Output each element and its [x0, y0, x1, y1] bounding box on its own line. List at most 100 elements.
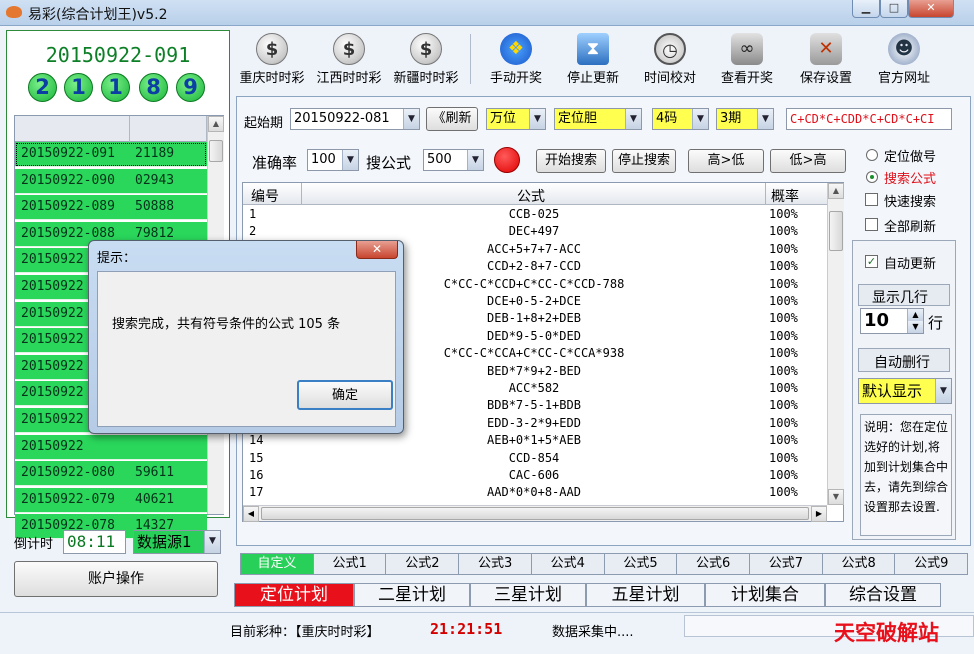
chevron-down-icon[interactable]: ▼ — [907, 321, 923, 333]
result-ball: 1 — [101, 73, 130, 102]
table-row[interactable]: 1 CCB-025 100% — [243, 207, 827, 224]
main-tab-5[interactable]: 综合设置 — [825, 583, 941, 607]
history-row[interactable]: 20150922 — [15, 434, 207, 460]
formula-tab-4[interactable]: 公式4 — [530, 553, 605, 575]
toolbar-button-0[interactable]: $ 重庆时时彩 — [234, 30, 310, 88]
toolbar-button-2[interactable]: $ 新疆时时彩 — [388, 30, 464, 88]
chevron-down-icon: ▼ — [935, 379, 951, 403]
refresh-all-checkbox[interactable] — [865, 218, 878, 231]
fixed-radio[interactable] — [866, 149, 878, 161]
search-formula-radio[interactable] — [866, 171, 878, 183]
formula-tab-7[interactable]: 公式7 — [748, 553, 823, 575]
mode-select[interactable]: 定位胆 ▼ — [554, 108, 642, 130]
toolbar-label: 查看开奖 — [720, 71, 773, 86]
dialog-message: 搜索完成，共有符号条件的公式 105 条 — [112, 317, 341, 332]
column-header[interactable]: 编号 — [251, 186, 279, 206]
history-number: 02943 — [135, 172, 175, 188]
accuracy-select[interactable]: 100 ▼ — [307, 149, 359, 171]
history-row[interactable]: 20150922-089 50888 — [15, 195, 207, 221]
refresh-button[interactable]: 《刷新 — [426, 107, 478, 131]
start-search-button[interactable]: 开始搜索 — [536, 149, 606, 173]
scroll-thumb[interactable] — [209, 140, 223, 162]
binoculars-icon: ∞ — [731, 33, 763, 65]
main-tab-1[interactable]: 二星计划 — [354, 583, 470, 607]
scroll-right-icon[interactable]: ▶ — [811, 506, 827, 522]
chevron-down-icon: ▼ — [342, 150, 358, 170]
current-period: 20150922-091 — [45, 43, 191, 67]
main-tab-3[interactable]: 五星计划 — [586, 583, 705, 607]
stop-search-button[interactable]: 停止搜索 — [612, 149, 676, 173]
toolbar-button-8[interactable]: ☻ 官方网址 — [866, 30, 942, 88]
formula-tab-9[interactable]: 公式9 — [894, 553, 969, 575]
history-row[interactable]: 20150922-090 02943 — [15, 168, 207, 194]
row-number: 14 — [249, 433, 264, 448]
row-formula: CCD-854 — [508, 450, 560, 465]
sort-high-low-button[interactable]: 高>低 — [688, 149, 764, 173]
scroll-down-icon[interactable]: ▼ — [828, 489, 844, 505]
table-vscrollbar[interactable]: ▲ ▼ — [827, 183, 844, 505]
toolbar-button-4[interactable]: ⧗ 停止更新 — [555, 30, 631, 88]
source-select[interactable]: 数据源1 ▼ — [133, 530, 221, 554]
formula-tab-1[interactable]: 公式1 — [312, 553, 387, 575]
history-period: 20150922-080 — [21, 465, 115, 481]
toolbar-button-5[interactable]: ◷ 时间校对 — [632, 30, 708, 88]
formula-preview-field[interactable]: C+CD*C+CDD*C+CD*C+CI — [786, 108, 952, 130]
code-select[interactable]: 4码 ▼ — [652, 108, 709, 130]
dialog-close-button[interactable]: ✕ — [356, 241, 398, 259]
history-period: 20150922 — [21, 279, 84, 294]
rows-unit-label: 行 — [928, 314, 944, 332]
scroll-left-icon[interactable]: ◀ — [243, 506, 259, 522]
history-row[interactable]: 20150922-079 40621 — [15, 487, 207, 513]
table-row[interactable]: 15 CCD-854 100% — [243, 451, 827, 468]
column-header[interactable]: 公式 — [517, 186, 545, 206]
show-rows-stepper[interactable]: 10 ▲ ▼ — [860, 308, 924, 334]
scroll-thumb[interactable] — [261, 507, 809, 520]
auto-update-checkbox[interactable]: ✓ — [865, 255, 878, 268]
main-tab-0[interactable]: 定位计划 — [234, 583, 354, 607]
main-tab-2[interactable]: 三星计划 — [470, 583, 586, 607]
table-row[interactable]: 16 CAC-606 100% — [243, 468, 827, 485]
formula-tab-8[interactable]: 公式8 — [821, 553, 896, 575]
scroll-up-icon[interactable]: ▲ — [828, 183, 844, 199]
search-count-select[interactable]: 500 ▼ — [423, 149, 484, 171]
main-tab-4[interactable]: 计划集合 — [705, 583, 825, 607]
position-select[interactable]: 万位 ▼ — [486, 108, 546, 130]
table-row[interactable]: 17 AAD*0*0+8-AAD 100% — [243, 485, 827, 502]
formula-tab-2[interactable]: 公式2 — [385, 553, 460, 575]
scroll-thumb[interactable] — [829, 211, 843, 251]
formula-tab-6[interactable]: 公式6 — [676, 553, 751, 575]
history-number: 50888 — [135, 199, 175, 215]
toolbar-button-1[interactable]: $ 江西时时彩 — [311, 30, 387, 88]
table-row[interactable]: 14 AEB+0*1+5*AEB 100% — [243, 433, 827, 450]
table-hscrollbar[interactable]: ◀ ▶ — [243, 505, 827, 522]
row-probability: 100% — [769, 311, 798, 326]
toolbar-button-3[interactable]: ❖ 手动开奖 — [478, 30, 554, 88]
chevron-up-icon[interactable]: ▲ — [907, 309, 923, 321]
history-row[interactable]: 20150922-091 21189 — [15, 142, 207, 167]
formula-tab-3[interactable]: 公式3 — [458, 553, 533, 575]
chevron-down-icon: ▼ — [625, 109, 641, 129]
formula-tab-5[interactable]: 公式5 — [603, 553, 678, 575]
column-header[interactable]: 概率 — [771, 186, 799, 206]
chevron-down-icon: ▼ — [467, 150, 483, 170]
formula-tab-0[interactable]: 自定义 — [240, 553, 314, 575]
minimize-button[interactable]: ▁ — [852, 0, 880, 18]
sort-low-high-button[interactable]: 低>高 — [770, 149, 846, 173]
fast-search-checkbox[interactable] — [865, 193, 878, 206]
ok-button[interactable]: 确定 — [297, 380, 393, 410]
toolbar-button-7[interactable]: ✕ 保存设置 — [788, 30, 864, 88]
position-value: 万位 — [490, 111, 517, 126]
toolbar-button-6[interactable]: ∞ 查看开奖 — [709, 30, 785, 88]
auto-update-label: 自动更新 — [884, 257, 937, 272]
history-row[interactable]: 20150922-080 59611 — [15, 461, 207, 487]
result-ball: 1 — [64, 73, 93, 102]
start-period-select[interactable]: 20150922-081 ▼ — [290, 108, 420, 130]
search-formula-label: 搜索公式 — [884, 172, 937, 187]
close-button[interactable]: ✕ — [908, 0, 954, 18]
display-mode-select[interactable]: 默认显示 ▼ — [858, 378, 952, 404]
windows-logo-icon: ❖ — [500, 33, 532, 65]
periods-select[interactable]: 3期 ▼ — [716, 108, 774, 130]
scroll-up-icon[interactable]: ▲ — [208, 116, 224, 132]
maximize-button[interactable]: □ — [880, 0, 908, 18]
account-button[interactable]: 账户操作 — [14, 561, 218, 597]
